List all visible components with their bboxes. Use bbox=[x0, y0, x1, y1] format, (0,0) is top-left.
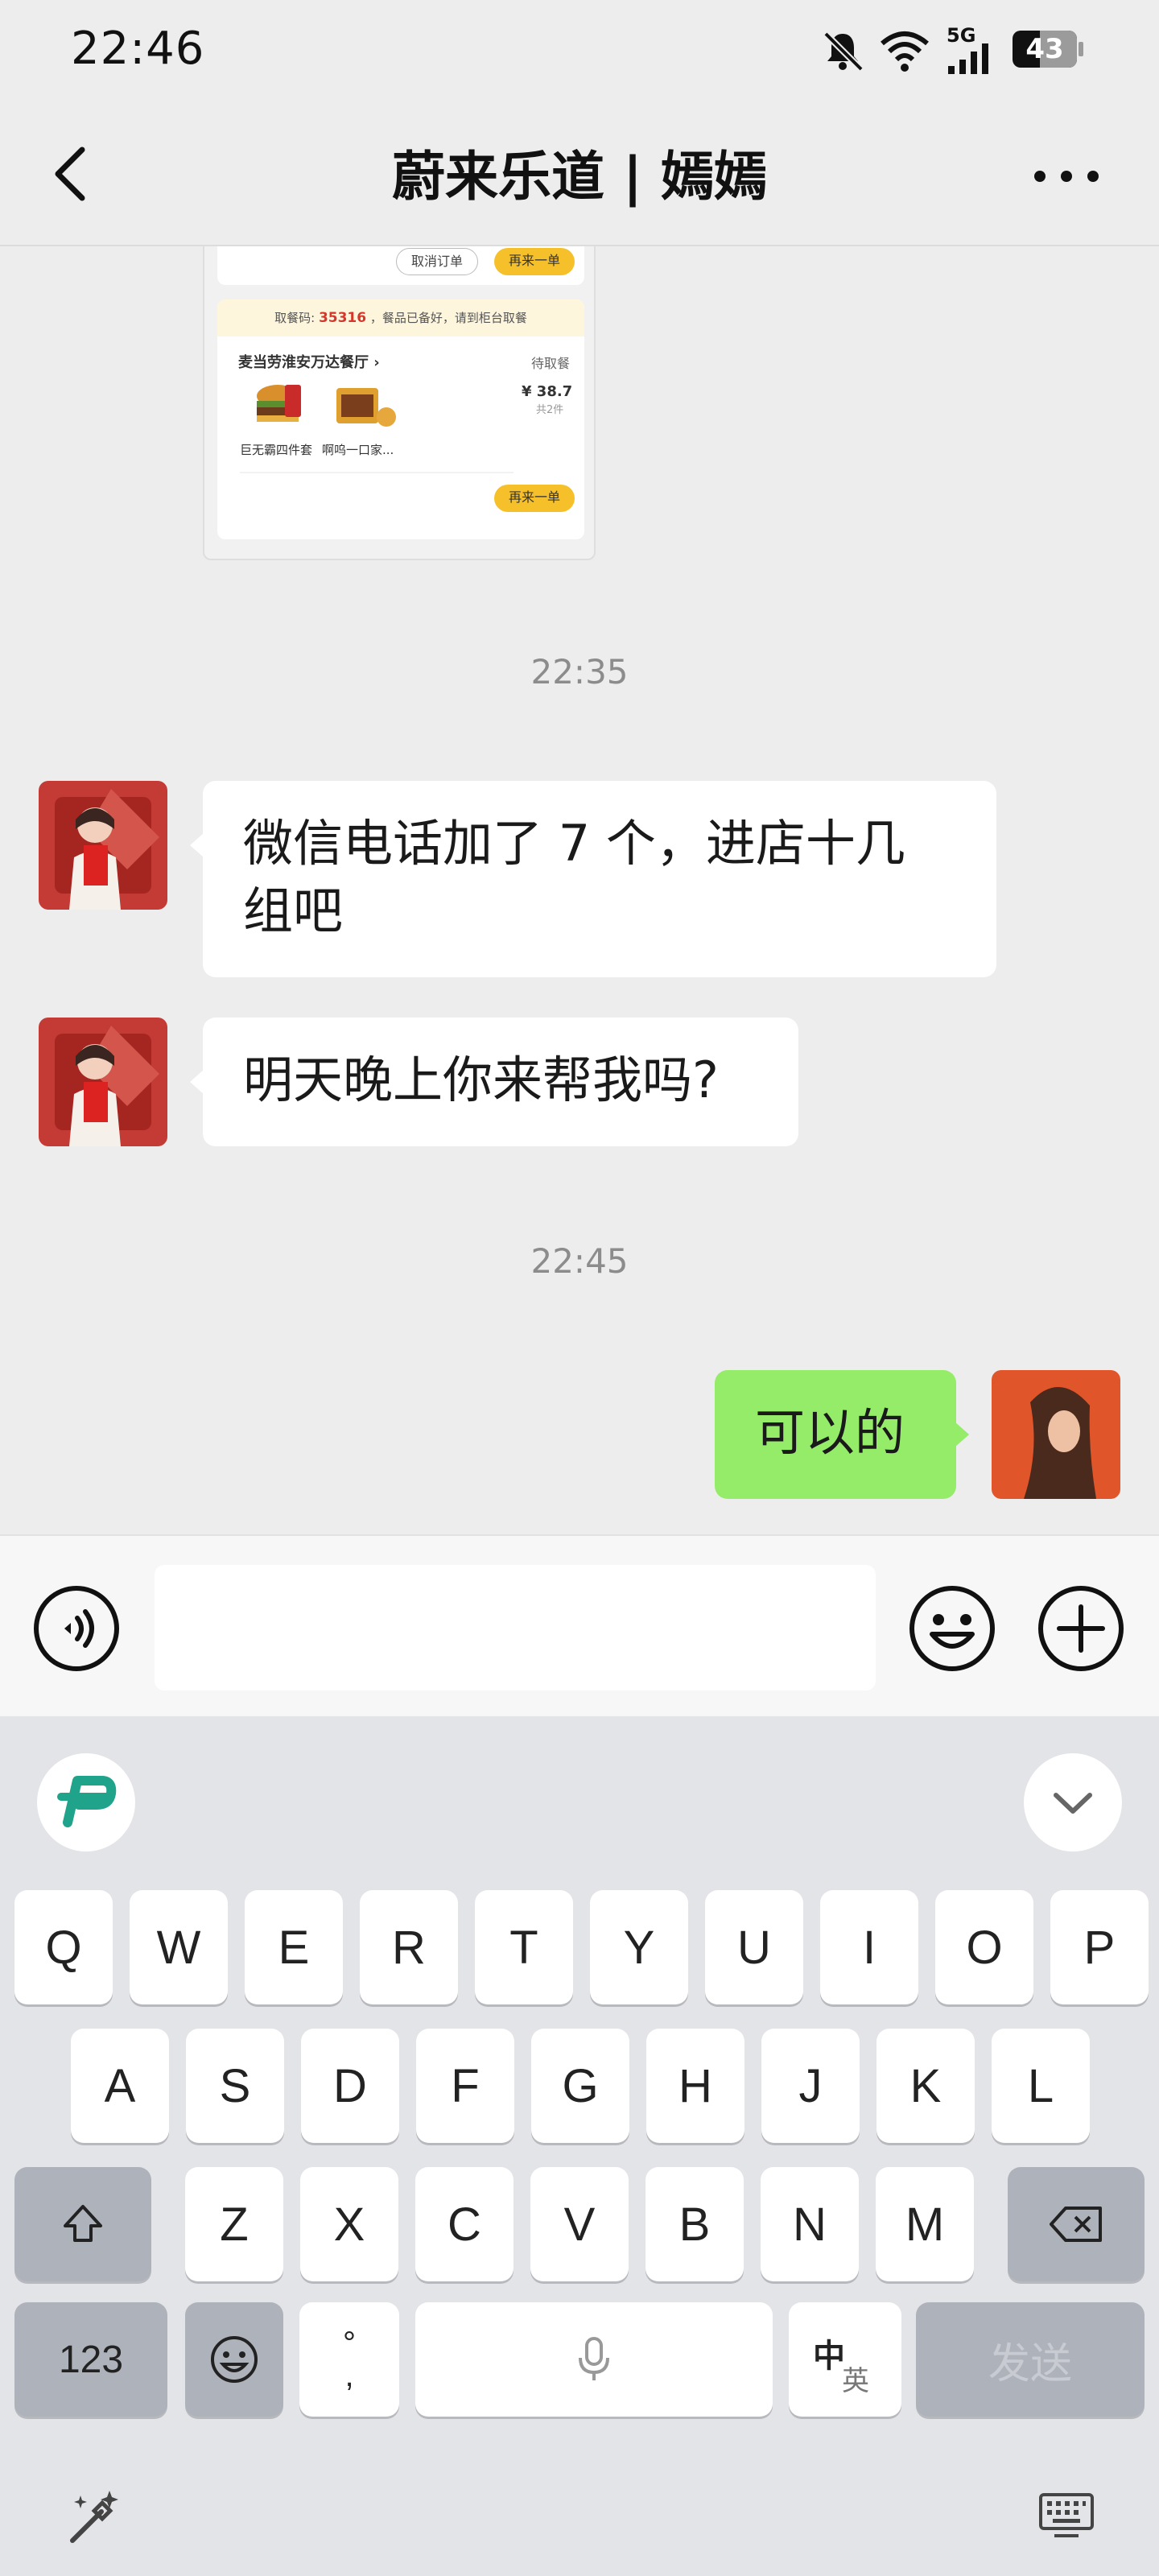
magic-wand-icon[interactable] bbox=[61, 2486, 126, 2550]
message-input[interactable] bbox=[155, 1565, 876, 1690]
cancel-order-button: 取消订单 bbox=[396, 248, 478, 275]
status-bar: 22:46 5G 43 bbox=[0, 0, 1159, 97]
pickup-code: 35316 bbox=[318, 310, 367, 326]
lang-main: 中 bbox=[813, 2338, 845, 2375]
message-text-line: 组吧 bbox=[243, 881, 344, 940]
microphone-icon bbox=[579, 2337, 609, 2380]
timestamp: 22:45 bbox=[530, 1241, 629, 1281]
key-q[interactable]: Q bbox=[14, 1890, 113, 2004]
input-bar bbox=[0, 1534, 1159, 1716]
backspace-icon bbox=[1050, 2207, 1102, 2242]
store-name: 麦当劳淮安万达餐厅 › bbox=[238, 354, 380, 371]
key-b[interactable]: B bbox=[645, 2167, 744, 2281]
pickup-banner: 取餐码: 35316 ，餐品已备好，请到柜台取餐 bbox=[217, 299, 584, 336]
reorder-button: 再来一单 bbox=[494, 248, 575, 275]
keyboard-icon[interactable] bbox=[1038, 2492, 1095, 2541]
key-c[interactable]: C bbox=[415, 2167, 514, 2281]
message-bubble-sent[interactable]: 可以的 bbox=[715, 1370, 969, 1499]
order-status: 待取餐 bbox=[531, 356, 571, 371]
message-bubble[interactable]: 明天晚上你来帮我吗? bbox=[190, 1018, 798, 1146]
item-2-name: 啊呜一口家... bbox=[322, 443, 394, 457]
emoji-key-icon bbox=[211, 2336, 258, 2383]
punct-top: ° bbox=[343, 2326, 356, 2361]
order-count: 共2件 bbox=[536, 404, 564, 416]
key-e[interactable]: E bbox=[245, 1890, 343, 2004]
message-bubble[interactable]: 微信电话加了 7 个，进店十几 组吧 bbox=[190, 781, 996, 977]
chat-header: 蔚来乐道 | 嫣嫣 bbox=[0, 97, 1159, 246]
key-a[interactable]: A bbox=[71, 2029, 169, 2143]
my-avatar[interactable] bbox=[992, 1370, 1120, 1499]
key-n[interactable]: N bbox=[761, 2167, 859, 2281]
shift-key[interactable] bbox=[14, 2167, 151, 2281]
key-x[interactable]: X bbox=[300, 2167, 398, 2281]
wifi-icon bbox=[881, 31, 929, 72]
key-t[interactable]: T bbox=[475, 1890, 573, 2004]
key-f[interactable]: F bbox=[416, 2029, 514, 2143]
key-o[interactable]: O bbox=[935, 1890, 1033, 2004]
message-text: 明天晚上你来帮我吗? bbox=[243, 1051, 719, 1109]
order-card-top: 取消订单 再来一单 bbox=[217, 246, 584, 285]
numbers-key[interactable]: 123 bbox=[14, 2302, 167, 2417]
punctuation-key[interactable]: ° , bbox=[299, 2302, 399, 2417]
key-m[interactable]: M bbox=[876, 2167, 974, 2281]
battery-tip bbox=[1079, 42, 1083, 56]
chevron-down-icon bbox=[1054, 1793, 1092, 1814]
key-v[interactable]: V bbox=[530, 2167, 629, 2281]
chat-title: 蔚来乐道 | 嫣嫣 bbox=[391, 146, 768, 208]
snack-image bbox=[336, 388, 396, 427]
voice-icon[interactable] bbox=[32, 1584, 121, 1673]
signal-icon bbox=[948, 43, 988, 74]
timestamp: 22:35 bbox=[530, 652, 629, 691]
reorder-button-2: 再来一单 bbox=[494, 485, 575, 512]
item-1-name: 巨无霸四件套 bbox=[240, 443, 313, 457]
key-u[interactable]: U bbox=[705, 1890, 803, 2004]
order-screenshot-image[interactable]: 取消订单 再来一单 取餐码: 35316 ，餐品已备好，请到柜台取餐 麦当劳淮安… bbox=[203, 246, 596, 560]
battery-level: 43 bbox=[1025, 33, 1064, 65]
key-r[interactable]: R bbox=[360, 1890, 458, 2004]
contact-avatar[interactable] bbox=[39, 1018, 167, 1146]
key-w[interactable]: W bbox=[130, 1890, 228, 2004]
punct-bottom: , bbox=[344, 2358, 354, 2393]
plus-icon[interactable] bbox=[1037, 1584, 1125, 1673]
key-y[interactable]: Y bbox=[590, 1890, 688, 2004]
key-l[interactable]: L bbox=[992, 2029, 1090, 2143]
shift-arrow-icon bbox=[64, 2205, 102, 2242]
space-key[interactable] bbox=[415, 2302, 773, 2417]
key-i[interactable]: I bbox=[820, 1890, 918, 2004]
key-h[interactable]: H bbox=[646, 2029, 744, 2143]
ime-logo-icon[interactable] bbox=[37, 1753, 135, 1852]
mute-bell-icon bbox=[823, 31, 864, 72]
order-card-main: 取餐码: 35316 ，餐品已备好，请到柜台取餐 麦当劳淮安万达餐厅 › 待取餐… bbox=[217, 299, 584, 539]
contact-avatar[interactable] bbox=[39, 781, 167, 910]
key-k[interactable]: K bbox=[876, 2029, 975, 2143]
message-text: 可以的 bbox=[755, 1403, 905, 1462]
burger-image bbox=[257, 385, 301, 422]
language-switch-key[interactable]: 中 英 bbox=[789, 2302, 901, 2417]
emoji-icon[interactable] bbox=[908, 1584, 996, 1673]
key-p[interactable]: P bbox=[1050, 1890, 1149, 2004]
key-d[interactable]: D bbox=[301, 2029, 399, 2143]
key-g[interactable]: G bbox=[531, 2029, 629, 2143]
send-key[interactable]: 发送 bbox=[916, 2302, 1145, 2417]
battery-icon: 43 bbox=[1013, 31, 1077, 68]
status-time: 22:46 bbox=[71, 23, 205, 75]
chat-area[interactable]: 取消订单 再来一单 取餐码: 35316 ，餐品已备好，请到柜台取餐 麦当劳淮安… bbox=[0, 246, 1159, 1534]
order-price: ¥ 38.7 bbox=[522, 383, 573, 400]
key-j[interactable]: J bbox=[761, 2029, 860, 2143]
message-text-line: 微信电话加了 7 个，进店十几 bbox=[243, 814, 905, 873]
key-z[interactable]: Z bbox=[185, 2167, 283, 2281]
more-dots-icon[interactable] bbox=[1030, 164, 1103, 188]
lang-sub: 英 bbox=[842, 2365, 869, 2397]
divider bbox=[240, 472, 514, 473]
emoji-key[interactable] bbox=[185, 2302, 283, 2417]
collapse-keyboard-button[interactable] bbox=[1024, 1753, 1122, 1852]
backspace-key[interactable] bbox=[1008, 2167, 1145, 2281]
key-s[interactable]: S bbox=[186, 2029, 284, 2143]
keyboard: 123 ° , 中 英 发送 Q W E R T Y U I O P A S D… bbox=[0, 1716, 1159, 2576]
